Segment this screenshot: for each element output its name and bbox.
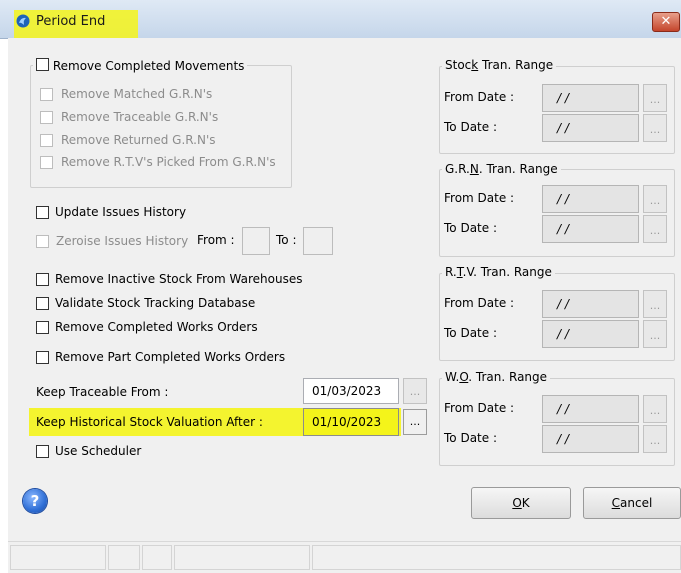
remove-completed-movements-checkbox[interactable] bbox=[36, 58, 49, 71]
zeroise-issues-history-checkbox[interactable] bbox=[36, 235, 49, 248]
remove-rtvs-picked-label: Remove R.T.V's Picked From G.R.N's bbox=[61, 155, 276, 169]
rtv-to-date-label: To Date : bbox=[444, 326, 497, 340]
rtv-from-date-label: From Date : bbox=[444, 296, 515, 310]
remove-movements-group bbox=[30, 65, 292, 188]
wo-to-date-ellipsis-button[interactable]: ... bbox=[643, 425, 667, 453]
window-title: Period End bbox=[36, 14, 106, 29]
grn-tran-range-title: G.R.N. Tran. Range bbox=[442, 162, 561, 176]
rtv-from-date-ellipsis-button[interactable]: ... bbox=[643, 290, 667, 318]
zeroise-to-field[interactable] bbox=[303, 227, 333, 255]
zeroise-issues-history-label: Zeroise Issues History bbox=[56, 234, 189, 248]
remove-completed-works-orders-label: Remove Completed Works Orders bbox=[55, 320, 258, 334]
remove-returned-grns-label: Remove Returned G.R.N's bbox=[61, 133, 216, 147]
validate-stock-tracking-checkbox[interactable] bbox=[36, 297, 49, 310]
wo-to-date-label: To Date : bbox=[444, 431, 497, 445]
help-icon[interactable]: ? bbox=[23, 489, 47, 513]
validate-stock-tracking-label: Validate Stock Tracking Database bbox=[55, 296, 256, 310]
remove-matched-grns-label: Remove Matched G.R.N's bbox=[61, 87, 213, 101]
remove-rtvs-picked-checkbox[interactable] bbox=[40, 156, 53, 169]
remove-part-completed-works-orders-label: Remove Part Completed Works Orders bbox=[55, 350, 286, 364]
update-issues-history-checkbox[interactable] bbox=[36, 206, 49, 219]
status-panel bbox=[142, 545, 172, 570]
status-panel bbox=[312, 545, 681, 570]
use-scheduler-checkbox[interactable] bbox=[36, 445, 49, 458]
grn-from-date-ellipsis-button[interactable]: ... bbox=[643, 185, 667, 213]
remove-inactive-stock-checkbox[interactable] bbox=[36, 273, 49, 286]
close-button[interactable]: ✕ bbox=[652, 12, 680, 32]
grn-from-date-field[interactable]: / / bbox=[542, 185, 639, 213]
keep-historical-field[interactable]: 01/10/2023 bbox=[303, 408, 399, 436]
app-icon bbox=[16, 14, 30, 28]
status-bar bbox=[8, 541, 681, 573]
grn-to-date-label: To Date : bbox=[444, 221, 497, 235]
wo-from-date-ellipsis-button[interactable]: ... bbox=[643, 395, 667, 423]
keep-traceable-field[interactable]: 01/03/2023 bbox=[303, 378, 399, 404]
ok-button[interactable]: OK bbox=[471, 487, 571, 519]
zeroise-to-label: To : bbox=[276, 233, 297, 247]
grn-from-date-label: From Date : bbox=[444, 191, 515, 205]
keep-traceable-ellipsis-button[interactable]: ... bbox=[403, 378, 427, 404]
remove-completed-movements-label: Remove Completed Movements bbox=[52, 59, 245, 73]
status-panel bbox=[174, 545, 310, 570]
remove-returned-grns-checkbox[interactable] bbox=[40, 134, 53, 147]
remove-traceable-grns-checkbox[interactable] bbox=[40, 111, 53, 124]
wo-from-date-field[interactable]: / / bbox=[542, 395, 639, 423]
stock-tran-range-title: Stock Tran. Range bbox=[442, 58, 557, 72]
wo-to-date-field[interactable]: / / bbox=[542, 425, 639, 453]
cancel-button[interactable]: Cancel bbox=[583, 487, 681, 519]
remove-completed-works-orders-checkbox[interactable] bbox=[36, 321, 49, 334]
stock-from-date-label: From Date : bbox=[444, 90, 515, 104]
remove-inactive-stock-label: Remove Inactive Stock From Warehouses bbox=[55, 272, 303, 286]
keep-traceable-label: Keep Traceable From : bbox=[36, 385, 169, 399]
stock-from-date-ellipsis-button[interactable]: ... bbox=[643, 84, 667, 112]
grn-to-date-ellipsis-button[interactable]: ... bbox=[643, 215, 667, 243]
remove-matched-grns-checkbox[interactable] bbox=[40, 88, 53, 101]
stock-to-date-field[interactable]: / / bbox=[542, 114, 639, 142]
zeroise-from-field[interactable] bbox=[242, 227, 270, 255]
update-issues-history-label: Update Issues History bbox=[55, 205, 187, 219]
grn-tran-range-group bbox=[439, 169, 675, 257]
zeroise-from-label: From : bbox=[197, 233, 235, 247]
status-panel bbox=[108, 545, 140, 570]
status-panel bbox=[10, 545, 106, 570]
keep-historical-label: Keep Historical Stock Valuation After : bbox=[36, 415, 263, 429]
remove-movements-group-title: Remove Completed Movements bbox=[33, 58, 248, 74]
rtv-to-date-field[interactable]: / / bbox=[542, 320, 639, 348]
close-icon: ✕ bbox=[660, 14, 672, 29]
rtv-tran-range-title: R.T.V. Tran. Range bbox=[442, 265, 555, 279]
remove-traceable-grns-label: Remove Traceable G.R.N's bbox=[61, 110, 219, 124]
remove-part-completed-works-orders-checkbox[interactable] bbox=[36, 351, 49, 364]
stock-to-date-ellipsis-button[interactable]: ... bbox=[643, 114, 667, 142]
wo-from-date-label: From Date : bbox=[444, 401, 515, 415]
use-scheduler-label: Use Scheduler bbox=[55, 444, 142, 458]
grn-to-date-field[interactable]: / / bbox=[542, 215, 639, 243]
wo-tran-range-title: W.O. Tran. Range bbox=[442, 370, 551, 384]
rtv-from-date-field[interactable]: / / bbox=[542, 290, 639, 318]
keep-historical-ellipsis-button[interactable]: ... bbox=[403, 409, 427, 435]
stock-from-date-field[interactable]: / / bbox=[542, 84, 639, 112]
stock-to-date-label: To Date : bbox=[444, 120, 497, 134]
rtv-to-date-ellipsis-button[interactable]: ... bbox=[643, 320, 667, 348]
